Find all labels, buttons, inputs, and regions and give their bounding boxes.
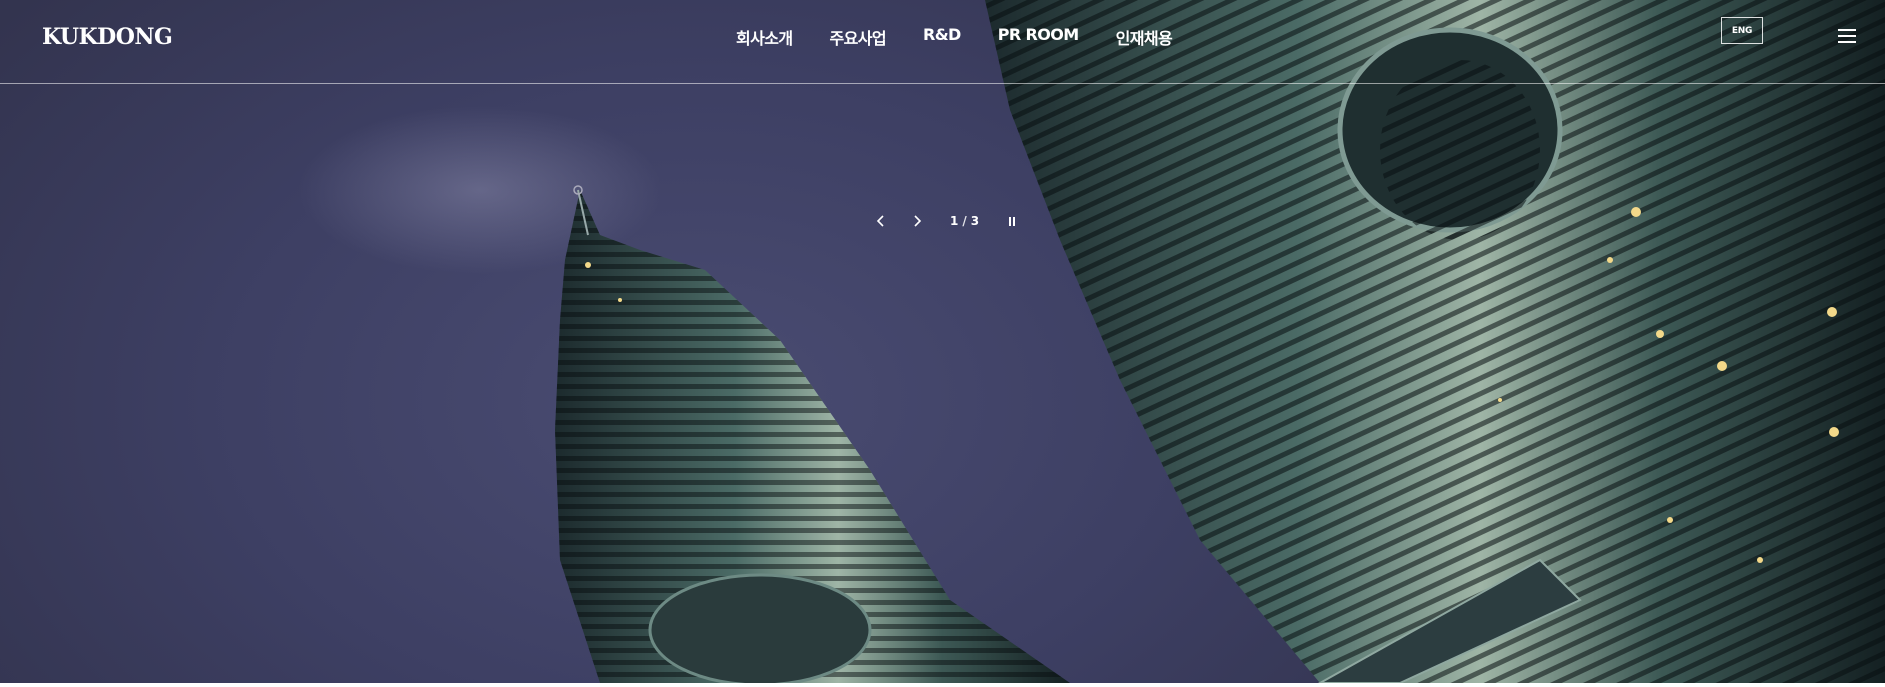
hero-image [555, 0, 1885, 683]
site-header: KUKDONG 회사소개 주요사업 R&D PR ROOM 인재채용 ENG [0, 0, 1885, 84]
hero-slide [0, 0, 1885, 683]
chevron-left-icon[interactable] [870, 210, 892, 232]
nav-item-rnd[interactable]: R&D [923, 25, 961, 49]
slide-current: 1 [950, 214, 959, 228]
slide-separator: / [962, 214, 967, 228]
pause-icon[interactable] [1001, 210, 1023, 232]
slider-controls: 1 / 3 [870, 210, 1023, 232]
chevron-right-icon[interactable] [906, 210, 928, 232]
menu-line [1838, 29, 1856, 31]
slide-total: 3 [970, 214, 980, 228]
slide-pagination: 1 / 3 [950, 214, 979, 228]
kukdong-logo[interactable]: KUKDONG [42, 24, 173, 50]
main-navigation: 회사소개 주요사업 R&D PR ROOM 인재채용 [736, 25, 1209, 49]
hamburger-icon[interactable] [1838, 29, 1856, 43]
menu-line [1838, 41, 1856, 43]
menu-line [1838, 35, 1856, 37]
language-toggle-button[interactable]: ENG [1721, 17, 1763, 44]
nav-item-company[interactable]: 회사소개 [736, 25, 793, 49]
nav-item-recruit[interactable]: 인재채용 [1116, 25, 1173, 49]
nav-item-pr-room[interactable]: PR ROOM [998, 25, 1079, 49]
nav-item-business[interactable]: 주요사업 [829, 25, 886, 49]
